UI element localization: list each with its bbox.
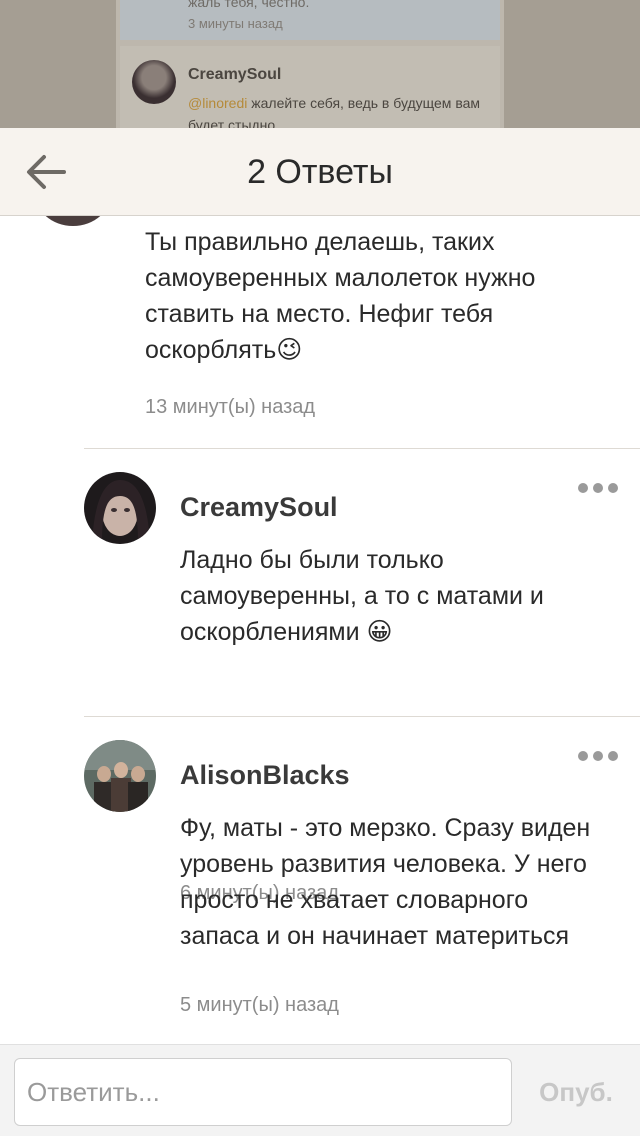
- divider: [84, 448, 640, 449]
- avatar[interactable]: [84, 472, 156, 544]
- background-previous-comment: жаль тебя, честно. 3 минуты назад: [120, 0, 500, 40]
- avatar-image: [84, 472, 156, 544]
- divider: [84, 716, 640, 717]
- more-dots-icon: [578, 751, 588, 761]
- more-dots-icon: [578, 483, 588, 493]
- reply-input[interactable]: [14, 1058, 512, 1126]
- wink-emoji: 😉: [276, 336, 303, 364]
- reply-text: Ладно бы были только самоуверенны, а то …: [180, 542, 610, 650]
- background-avatar: [132, 60, 176, 104]
- page-title: 2 Ответы: [247, 153, 393, 191]
- reply-text: Фу, маты - это мерзко. Сразу виден урове…: [180, 814, 591, 950]
- background-dimmed-screen: жаль тебя, честно. 3 минуты назад Creamy…: [0, 0, 640, 128]
- parent-comment-text: Ты правильно делаешь, таких самоуверенны…: [145, 224, 605, 368]
- avatar-image: [84, 740, 156, 812]
- reply-author[interactable]: CreamySoul: [180, 492, 338, 523]
- more-options-button[interactable]: [578, 480, 618, 496]
- background-mention: @linoredi: [188, 95, 248, 111]
- reply-body: Ладно бы были только самоуверенны, а то …: [180, 546, 544, 646]
- more-dot: [608, 483, 618, 493]
- publish-button[interactable]: Опуб.: [528, 1069, 624, 1115]
- grin-emoji: 😀: [366, 618, 393, 646]
- background-previous-time: 3 минуты назад: [188, 16, 283, 31]
- reply-composer: Опуб.: [0, 1044, 640, 1136]
- more-options-button[interactable]: [578, 748, 618, 764]
- background-previous-text: жаль тебя, честно.: [188, 0, 310, 10]
- reply-time: 5 минут(ы) назад: [180, 994, 339, 1016]
- background-comment-author: CreamySoul: [188, 66, 282, 83]
- background-comment-text: @linoredi жалейте себя, ведь в будущем в…: [188, 92, 488, 128]
- replies-list[interactable]: Ты правильно делаешь, таких самоуверенны…: [0, 216, 640, 1044]
- parent-comment-time: 13 минут(ы) назад: [145, 396, 316, 418]
- avatar[interactable]: [84, 740, 156, 812]
- background-comment: CreamySoul @linoredi жалейте себя, ведь …: [120, 46, 500, 128]
- more-dot: [593, 483, 603, 493]
- parent-comment-body: Ты правильно делаешь, таких самоуверенны…: [145, 228, 536, 364]
- replies-header: 2 Ответы: [0, 128, 640, 216]
- more-dot: [593, 751, 603, 761]
- more-dot: [608, 751, 618, 761]
- avatar: [34, 216, 112, 226]
- reply-author[interactable]: AlisonBlacks: [180, 760, 350, 791]
